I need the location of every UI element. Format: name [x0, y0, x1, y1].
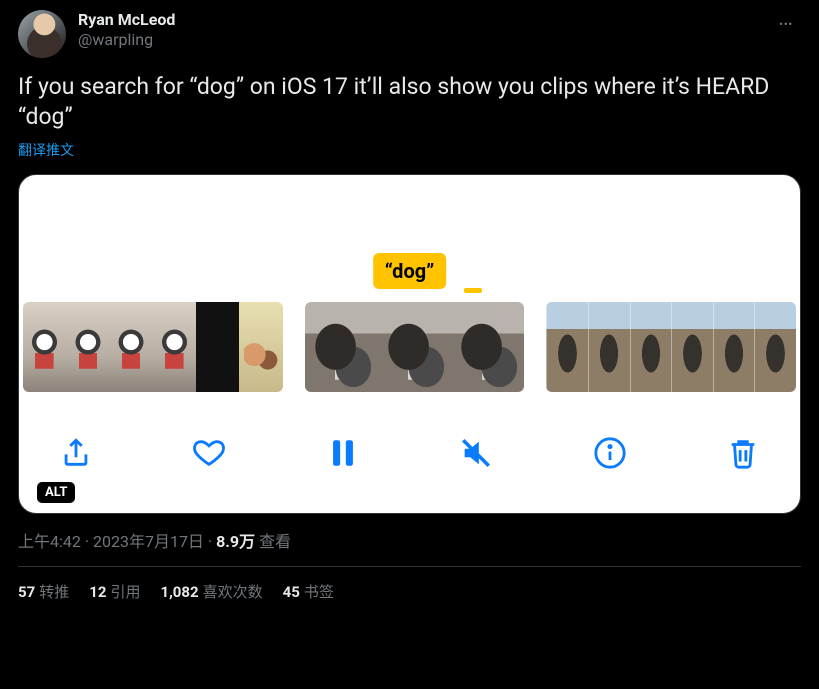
clip-frame: [671, 302, 713, 392]
clip-frame: [23, 302, 66, 392]
scrub-marker: [464, 288, 482, 293]
clip-frame: [713, 302, 755, 392]
clip-group[interactable]: [23, 302, 283, 392]
tweet-time[interactable]: 上午4:42: [18, 532, 81, 551]
retweets-stat[interactable]: 57转推: [18, 581, 69, 602]
views-label: 查看: [255, 532, 291, 551]
heart-icon[interactable]: [192, 436, 226, 470]
clip-frame: [588, 302, 630, 392]
mute-icon[interactable]: [459, 436, 493, 470]
clip-frame: [754, 302, 796, 392]
trash-icon[interactable]: [726, 436, 760, 470]
clip-frame: [110, 302, 153, 392]
media-card[interactable]: “dog”: [18, 174, 801, 514]
share-icon[interactable]: [59, 436, 93, 470]
user-handle[interactable]: @warpling: [78, 30, 175, 50]
quotes-stat[interactable]: 12引用: [89, 581, 140, 602]
tweet-text: If you search for “dog” on iOS 17 it’ll …: [18, 72, 801, 132]
views-count: 8.9万: [216, 532, 255, 551]
clip-timeline[interactable]: [19, 302, 800, 392]
clip-frame: [239, 302, 282, 392]
pause-icon[interactable]: [326, 436, 360, 470]
divider: [18, 566, 801, 567]
alt-badge[interactable]: ALT: [37, 482, 75, 503]
clip-frame: [305, 302, 378, 392]
clip-frame: [378, 302, 451, 392]
tweet-date[interactable]: 2023年7月17日: [93, 532, 204, 551]
clip-frame: [546, 302, 588, 392]
translate-link[interactable]: 翻译推文: [18, 140, 801, 160]
info-icon[interactable]: [593, 436, 627, 470]
likes-stat[interactable]: 1,082喜欢次数: [160, 581, 262, 602]
bookmarks-stat[interactable]: 45书签: [283, 581, 334, 602]
display-name[interactable]: Ryan McLeod: [78, 10, 175, 30]
caption-bubble: “dog”: [373, 253, 447, 289]
clip-frame: [451, 302, 524, 392]
tweet-meta: 上午4:42 · 2023年7月17日 · 8.9万 查看: [18, 528, 801, 552]
clip-frame: [153, 302, 196, 392]
clip-group[interactable]: [546, 302, 796, 392]
more-icon[interactable]: …: [770, 10, 801, 28]
clip-group[interactable]: [305, 302, 525, 392]
avatar[interactable]: [18, 10, 66, 58]
clip-frame: [196, 302, 239, 392]
clip-frame: [66, 302, 109, 392]
clip-frame: [630, 302, 672, 392]
